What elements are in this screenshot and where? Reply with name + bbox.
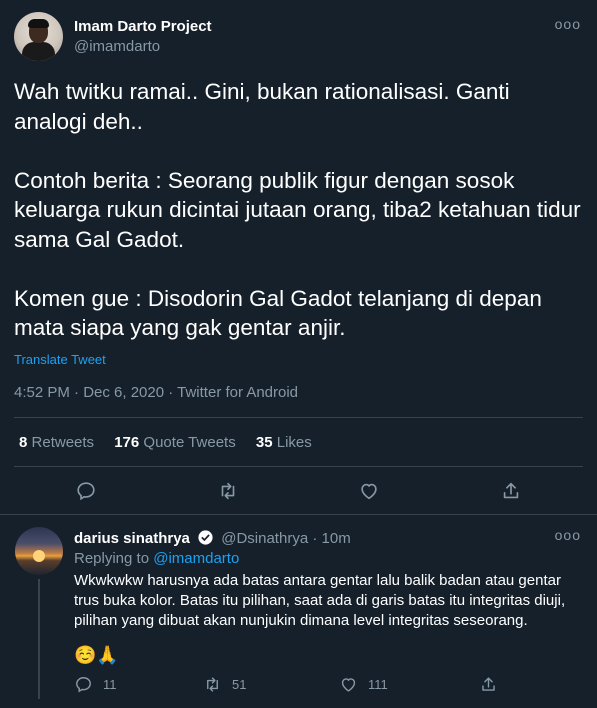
reply-tweet[interactable]: darius sinathrya @Dsinathrya · 10m ooo R… xyxy=(0,515,597,708)
share-icon xyxy=(482,677,495,691)
like-icon xyxy=(341,678,356,692)
reply-reply-button[interactable]: 11 xyxy=(74,675,117,694)
reply-retweet-button[interactable]: 51 xyxy=(203,675,246,694)
likes-stat[interactable]: 35 Likes xyxy=(256,434,312,451)
more-options-icon[interactable]: ooo xyxy=(555,16,581,32)
tweet-meta: 4:52 PM · Dec 6, 2020 · Twitter for Andr… xyxy=(14,384,299,401)
divider xyxy=(14,466,583,467)
replying-to-link[interactable]: @imamdarto xyxy=(153,550,239,567)
translate-tweet-link[interactable]: Translate Tweet xyxy=(14,352,106,367)
quote-tweets-stat[interactable]: 176 Quote Tweets xyxy=(114,434,235,451)
reply-time[interactable]: 10m xyxy=(322,530,351,547)
reply-header: darius sinathrya @Dsinathrya · 10m xyxy=(74,529,351,547)
author-name[interactable]: Imam Darto Project xyxy=(74,18,212,35)
reply-icon[interactable] xyxy=(75,480,97,502)
reply-author-handle[interactable]: @Dsinathrya xyxy=(221,530,308,547)
author-avatar[interactable] xyxy=(14,12,63,61)
reply-author-name[interactable]: darius sinathrya xyxy=(74,530,190,547)
tweet-stats: 8 Retweets 176 Quote Tweets 35 Likes xyxy=(19,434,328,451)
divider xyxy=(14,417,583,418)
replying-to: Replying to @imamdarto xyxy=(74,550,240,567)
reply-share-button[interactable] xyxy=(479,675,498,694)
share-icon[interactable] xyxy=(500,480,522,502)
retweet-icon xyxy=(207,677,218,692)
verified-badge-icon xyxy=(198,530,213,545)
reply-text: Wkwkwkw harusnya ada batas antara gentar… xyxy=(74,572,566,629)
reply-like-button[interactable]: 111 xyxy=(339,675,388,694)
retweets-stat[interactable]: 8 Retweets xyxy=(19,434,94,451)
author-handle[interactable]: @imamdarto xyxy=(74,38,160,55)
reply-more-options-icon[interactable]: ooo xyxy=(555,527,581,543)
separator-dot: · xyxy=(312,530,322,547)
like-icon[interactable] xyxy=(358,480,380,502)
reply-emoji: ☺️🙏 xyxy=(74,645,119,665)
reply-avatar[interactable] xyxy=(15,527,63,575)
reply-count: 11 xyxy=(103,677,117,692)
like-count: 111 xyxy=(368,677,388,692)
retweet-count: 51 xyxy=(232,677,247,692)
tweet-actions xyxy=(0,480,597,504)
reply-actions: 11 51 111 xyxy=(0,675,597,697)
tweet-text: Wah twitku ramai.. Gini, bukan rationali… xyxy=(14,79,581,340)
retweet-icon[interactable] xyxy=(217,480,239,502)
reply-icon xyxy=(76,677,91,693)
